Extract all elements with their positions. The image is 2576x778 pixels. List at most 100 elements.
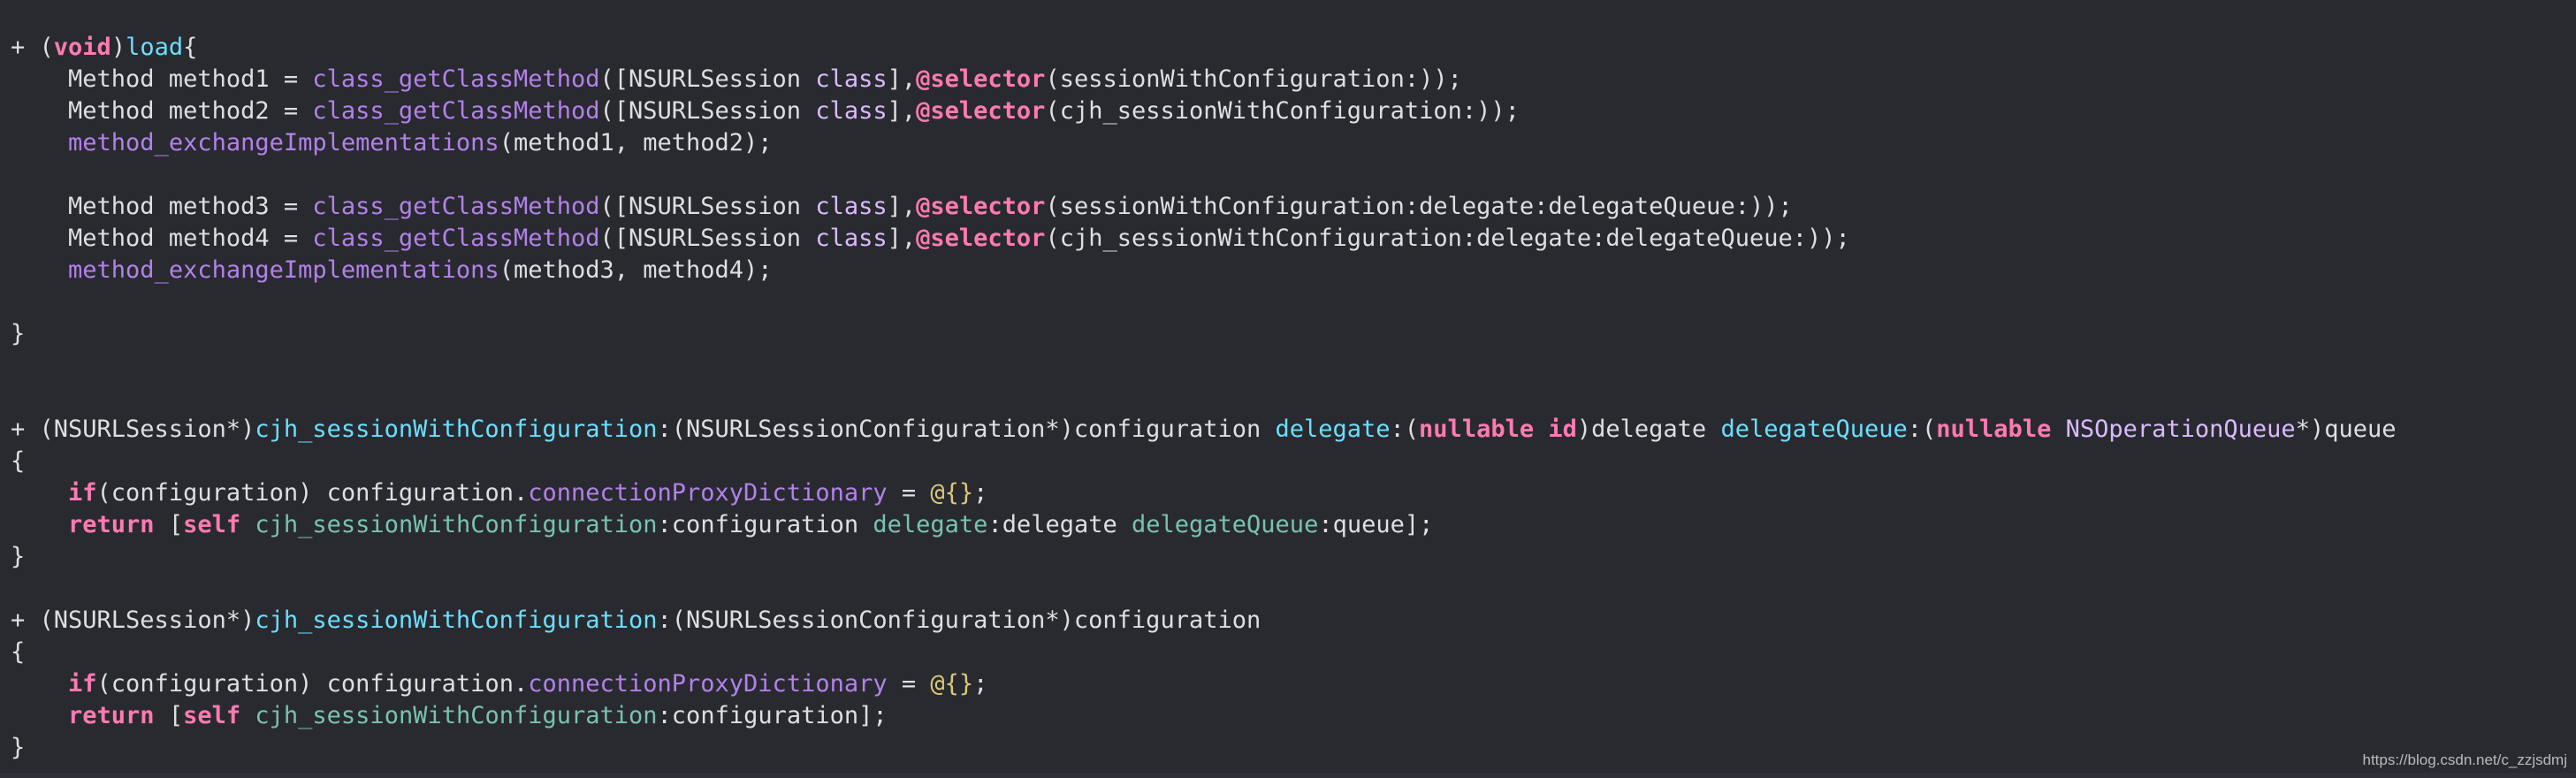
code-token: :( [1907,416,1937,443]
code-line[interactable]: } [11,732,2396,764]
code-token: + (NSURLSession*) [11,606,255,634]
code-token: (sessionWithConfiguration:)); [1045,65,1462,93]
code-token: cjh_sessionWithConfiguration [255,702,658,729]
editor-bottom-strip [0,773,2576,778]
code-token: connectionProxyDictionary [528,670,888,698]
code-token: load [126,34,184,61]
code-token: ], [887,193,917,220]
code-token: if [68,670,97,698]
code-token: :queue]; [1318,511,1434,538]
code-token: @selector [916,193,1046,220]
code-token: *)queue [2295,416,2397,443]
code-token: ([NSURLSession [599,225,816,252]
code-token: class_getClassMethod [312,65,600,93]
code-token: } [11,543,26,570]
code-token: ], [887,225,917,252]
watermark: https://blog.csdn.net/c_zzjsdmj [2362,751,2567,768]
code-token: delegateQueue [1720,416,1908,443]
code-token: NSOperationQueue [2065,416,2296,443]
code-line[interactable]: if(configuration) configuration.connecti… [11,477,2396,509]
code-token: void [53,34,111,61]
code-token: ], [887,65,917,93]
code-token: (cjh_sessionWithConfiguration:)); [1045,97,1520,125]
code-token: } [11,734,26,761]
code-line[interactable]: { [11,446,2396,477]
code-token: :delegate [987,511,1132,538]
code-token: { [11,447,26,475]
code-token: method_exchangeImplementations [68,129,499,156]
code-line[interactable]: return [self cjh_sessionWithConfiguratio… [11,700,2396,732]
code-line[interactable]: method_exchangeImplementations(method1, … [11,127,2396,159]
code-token: :configuration [657,511,873,538]
code-token: + (NSURLSession*) [11,416,255,443]
code-token: Method method4 = [11,225,313,252]
code-token: class [815,193,888,220]
code-token: :configuration]; [657,702,888,729]
code-token: @{} [930,479,974,507]
code-line[interactable]: Method method2 = class_getClassMethod([N… [11,95,2396,127]
code-line[interactable]: { [11,637,2396,668]
code-token: Method method1 = [11,65,313,93]
code-line[interactable]: } [11,541,2396,573]
code-token: nullable [1936,416,2052,443]
code-line[interactable]: return [self cjh_sessionWithConfiguratio… [11,509,2396,541]
code-token: Method method3 = [11,193,313,220]
code-token: ; [973,479,988,507]
code-text[interactable]: + (void)load{ Method method1 = class_get… [11,32,2396,764]
code-token: (method1, method2); [499,129,773,156]
code-token: nullable [1419,416,1535,443]
code-token: :(NSURLSessionConfiguration*)configurati… [657,416,1276,443]
code-token: ) [111,34,126,61]
code-token: [ [154,511,184,538]
code-token: connectionProxyDictionary [528,479,888,507]
code-token: ([NSURLSession [599,65,816,93]
code-token: cjh_sessionWithConfiguration [255,606,658,634]
code-line[interactable]: if(configuration) configuration.connecti… [11,668,2396,700]
code-line[interactable]: + (NSURLSession*)cjh_sessionWithConfigur… [11,414,2396,446]
code-token: (cjh_sessionWithConfiguration:delegate:d… [1045,225,1850,252]
code-token: Method method2 = [11,97,313,125]
code-token: delegate [873,511,988,538]
code-line[interactable] [11,159,2396,191]
code-line[interactable] [11,350,2396,382]
code-token: cjh_sessionWithConfiguration [255,511,658,538]
code-token: if [68,479,97,507]
code-token: ; [973,670,988,698]
code-token: ([NSURLSession [599,97,816,125]
code-token: (configuration) configuration. [96,670,529,698]
code-line[interactable]: Method method4 = class_getClassMethod([N… [11,223,2396,255]
code-line[interactable]: + (void)load{ [11,32,2396,64]
code-line[interactable] [11,573,2396,605]
code-line[interactable] [11,382,2396,414]
code-token: method_exchangeImplementations [68,256,499,284]
code-line[interactable]: method_exchangeImplementations(method3, … [11,255,2396,286]
code-token: self [183,511,241,538]
code-token: self [183,702,241,729]
code-token: + ( [11,34,54,61]
code-token: { [11,638,26,666]
code-token: class [815,65,888,93]
code-line[interactable]: + (NSURLSession*)cjh_sessionWithConfigur… [11,605,2396,637]
code-line[interactable] [11,286,2396,318]
code-token: } [11,320,26,347]
code-token: id [1548,416,1577,443]
code-token: (configuration) configuration. [96,479,529,507]
code-line[interactable]: } [11,318,2396,350]
code-token: delegate [1275,416,1391,443]
code-token: :( [1390,416,1420,443]
code-line[interactable]: Method method1 = class_getClassMethod([N… [11,64,2396,95]
code-token: ([NSURLSession [599,193,816,220]
code-line[interactable]: Method method3 = class_getClassMethod([N… [11,191,2396,223]
code-token: :(NSURLSessionConfiguration*)configurati… [657,606,1261,634]
code-editor[interactable]: + (void)load{ Method method1 = class_get… [0,0,2576,778]
